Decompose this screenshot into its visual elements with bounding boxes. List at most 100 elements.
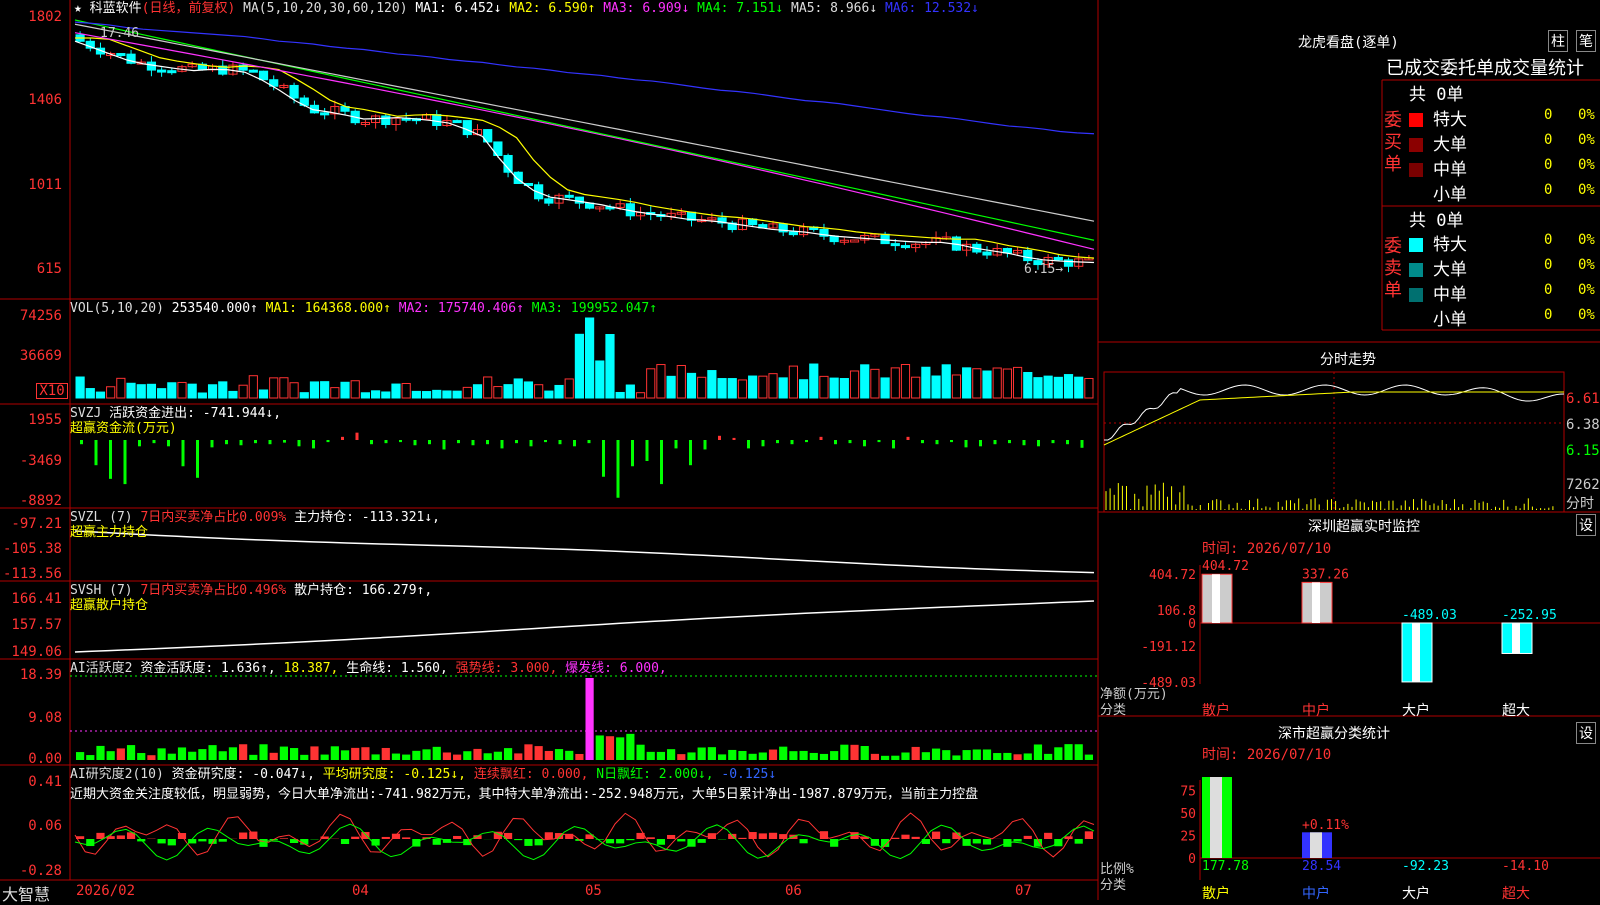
svzj-bar — [776, 440, 779, 443]
ai1-l4: 强势线: 3.000, — [456, 661, 558, 676]
activity-bar — [606, 736, 614, 760]
activity-bar — [718, 754, 726, 760]
volume-bar — [514, 379, 522, 398]
fenshi-unit: 分时 — [1566, 493, 1594, 513]
monitor-cat: 大户 — [1402, 700, 1430, 720]
ai1-l2: 18.387, — [284, 661, 339, 676]
research-bar — [524, 839, 532, 846]
bar-toggle-button[interactable]: 柱 — [1548, 30, 1568, 52]
volume-bar — [372, 391, 380, 398]
activity-bar — [871, 754, 879, 760]
tick-toggle-button[interactable]: 笔 — [1576, 30, 1596, 52]
buy-row[interactable]: 小单 — [1409, 180, 1467, 205]
activity-bar — [402, 755, 410, 760]
research-bar — [453, 836, 461, 839]
research-bar — [657, 839, 665, 845]
fenshi-tick: 6.15 — [1566, 443, 1600, 459]
candle-body — [117, 54, 125, 56]
buy-row[interactable]: 特大 — [1409, 105, 1467, 130]
volume-bar — [606, 335, 614, 398]
svzj-bar — [269, 440, 272, 444]
monitor-bar-shine — [1412, 623, 1420, 682]
svzj-bar — [718, 436, 721, 440]
ai2-tick: 0.06 — [2, 819, 62, 833]
candle-body — [983, 252, 991, 255]
row-count: 0 — [1544, 307, 1552, 323]
color-swatch — [1409, 288, 1423, 302]
svzl-tick: -105.38 — [2, 542, 62, 556]
volume-bar — [535, 385, 543, 398]
tab-volume[interactable]: 成交量 — [1494, 58, 1548, 79]
volume-bar — [331, 388, 339, 398]
svzj-bar — [182, 440, 185, 466]
volume-bar — [443, 391, 451, 398]
chart-canvas[interactable]: 404.72106.80-191.12-489.03404.72337.26-4… — [0, 0, 1600, 900]
sell-row[interactable]: 中单 — [1409, 280, 1467, 305]
svzj-bar — [689, 440, 692, 465]
classify-value: -14.10 — [1502, 859, 1549, 874]
row-count: 0 — [1544, 107, 1552, 123]
volume-bar — [932, 376, 940, 398]
ma4-line — [75, 20, 1094, 240]
classify-settings-button[interactable]: 设 — [1576, 722, 1596, 744]
axis-date: 2026/02 — [76, 883, 135, 899]
tab-orders[interactable]: 委托单 — [1440, 58, 1494, 79]
candle-body — [168, 71, 176, 73]
monitor-bar-shine — [1212, 574, 1220, 623]
svzj-bar — [1081, 440, 1084, 448]
star-icon[interactable]: ★ — [74, 1, 82, 16]
ai2-l1: 资金研究度: -0.047↓, — [172, 767, 315, 782]
activity-bar — [922, 752, 930, 760]
volume-bar — [321, 382, 329, 398]
ai1-l1: 资金活跃度: 1.636↑, — [140, 661, 275, 676]
activity-bar — [1075, 744, 1083, 760]
svzj-bar — [225, 440, 228, 444]
monitor-settings-button[interactable]: 设 — [1576, 514, 1596, 536]
tab-stats[interactable]: 统计 — [1548, 58, 1584, 79]
period-label[interactable]: (日线，前复权) — [142, 1, 236, 16]
svzj-bar — [892, 440, 895, 448]
volume-bar — [473, 385, 481, 398]
research-bar — [1075, 839, 1083, 844]
vol-unit-button[interactable]: X10 — [36, 383, 68, 399]
svzj-bar — [805, 440, 808, 442]
volume-bar — [107, 387, 115, 398]
activity-bar — [983, 749, 991, 760]
ai1-tick: 18.39 — [2, 668, 62, 682]
volume-bar — [850, 371, 858, 398]
svzj-tick: -8892 — [2, 494, 62, 508]
ma3-value: MA3: 6.909↓ — [603, 1, 689, 16]
volume-bar — [402, 383, 410, 398]
svzj-bar — [443, 440, 446, 449]
activity-bar — [127, 745, 135, 760]
activity-bar — [168, 754, 176, 760]
buy-row[interactable]: 大单 — [1409, 130, 1467, 155]
activity-bar — [494, 752, 502, 760]
lhb-tabs: 已成交委托单成交量统计 — [1386, 54, 1584, 80]
buy-row[interactable]: 中单 — [1409, 155, 1467, 180]
svzj-bar — [370, 440, 373, 444]
ai1-tick: 0.00 — [2, 752, 62, 766]
monitor-time: 时间: 2026/07/10 — [1202, 538, 1331, 558]
candle-body — [158, 70, 166, 72]
sell-row[interactable]: 特大 — [1409, 230, 1467, 255]
color-swatch — [1409, 263, 1423, 277]
svzj-bar — [646, 440, 649, 461]
ai-activity-bars — [70, 676, 1098, 760]
row-name: 小单 — [1433, 185, 1467, 205]
activity-bar — [382, 748, 390, 760]
tab-traded[interactable]: 已成交 — [1386, 58, 1440, 79]
svzj-bar — [312, 440, 315, 448]
sell-row[interactable]: 小单 — [1409, 305, 1467, 330]
research-bar — [514, 839, 522, 840]
svzj-bar — [124, 440, 127, 484]
activity-bar — [270, 753, 278, 760]
sell-row[interactable]: 大单 — [1409, 255, 1467, 280]
color-swatch — [1409, 313, 1423, 327]
activity-bar — [932, 749, 940, 760]
activity-bar — [300, 755, 308, 760]
research-bar — [545, 832, 553, 839]
candle-body — [891, 244, 899, 246]
monitor-value: -489.03 — [1402, 608, 1457, 623]
main-holding-line — [75, 531, 1094, 573]
